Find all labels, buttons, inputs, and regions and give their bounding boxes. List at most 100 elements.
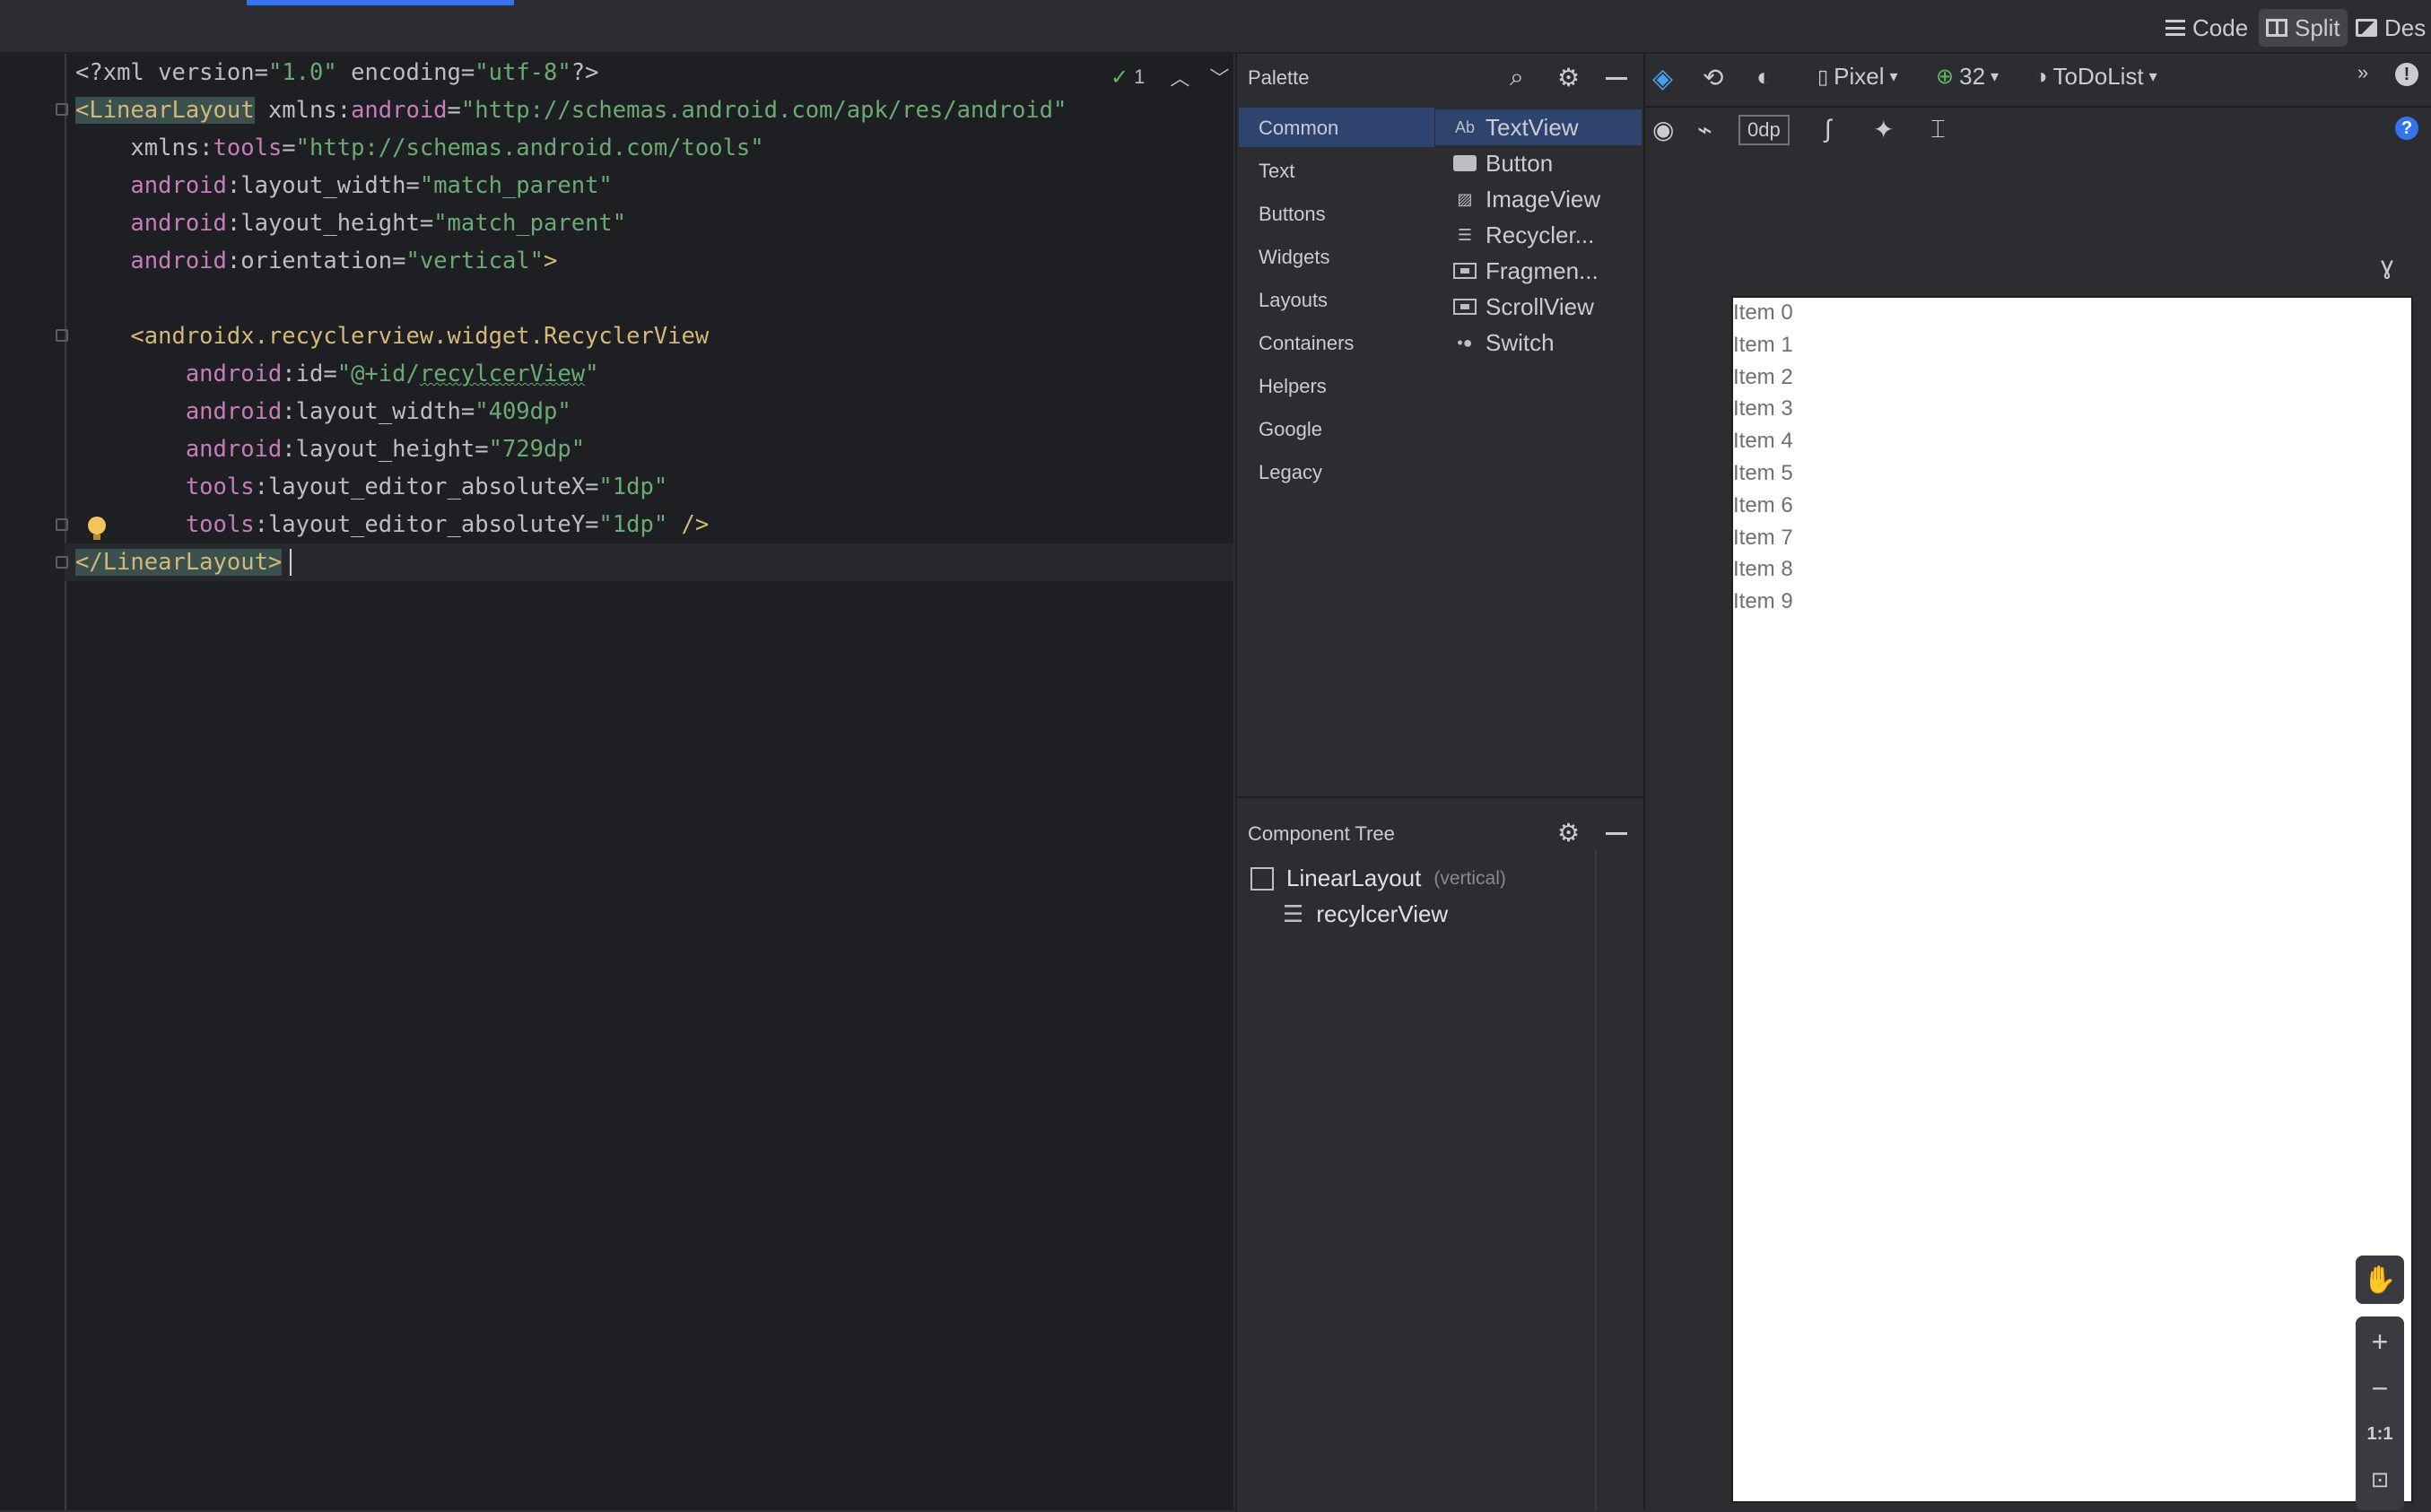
zoom-to-fit-icon[interactable]: ⊡ [2356,1467,2404,1493]
wrench-icon[interactable]: ɣ [2381,251,2393,280]
recyclerview-icon: ☰ [1457,225,1473,244]
device-selector[interactable]: ▯ Pixel ▾ [1817,63,1898,91]
palette-item[interactable]: ScrollView [1453,291,1594,323]
infer-constraints-icon[interactable]: ✦ [1873,115,1894,144]
default-margin-selector[interactable]: 0dp [1738,115,1790,145]
tree-node-label: recylcerView [1316,900,1449,927]
code-token: = [460,59,475,86]
night-mode-icon[interactable]: ◐ [1756,63,1772,91]
palette-category-google[interactable]: Google [1259,418,1322,441]
tree-node-linearlayout[interactable]: LinearLayout (vertical) [1250,865,1506,892]
design-view-button[interactable]: Des [2348,9,2431,47]
palette-item[interactable]: Button [1453,147,1553,179]
code-line[interactable]: <androidx.recyclerview.widget.RecyclerVi… [75,317,709,355]
palette-item[interactable]: ☰ Recycler... [1453,219,1594,251]
overflow-icon[interactable]: » [2357,61,2368,84]
palette-category-helpers[interactable]: Helpers [1259,375,1327,398]
palette-category-widgets[interactable]: Widgets [1259,246,1329,269]
zoom-in-button[interactable]: + [2356,1325,2404,1359]
code-line[interactable]: </LinearLayout> [75,543,283,581]
next-problem-icon[interactable]: ﹀ [1209,63,1229,91]
code-line[interactable]: xmlns:tools="http://schemas.android.com/… [75,129,764,167]
gear-icon[interactable]: ⚙ [1557,63,1580,92]
api-level-selector[interactable]: ⊕ 32 ▾ [1936,63,1999,91]
code-token: encoding [336,59,461,86]
list-item: Item 4 [1733,429,1793,454]
code-token: = [323,361,337,387]
device-preview[interactable] [1731,296,2413,1503]
fragment-icon [1453,263,1477,279]
code-line[interactable]: tools:layout_editor_absoluteY="1dp" /> [75,506,709,543]
textview-icon: Ab [1454,117,1476,136]
lightbulb-icon[interactable] [88,517,106,540]
code-line[interactable]: android:layout_height="729dp" [75,430,585,468]
palette-category-legacy[interactable]: Legacy [1259,461,1322,484]
fold-marker[interactable] [56,556,68,569]
zoom-reset-button[interactable]: 1:1 [2356,1424,2404,1445]
palette-item[interactable]: Ab TextView [1453,111,1579,143]
orientation-icon[interactable]: ⟲ [1703,63,1723,92]
code-line[interactable]: <?xml version="1.0" encoding="utf-8"?> [75,54,598,91]
fold-marker[interactable] [56,518,68,531]
inspection-widget[interactable]: ✓ 1 ︿ ﹀ [1111,63,1229,91]
search-icon[interactable]: ⌕ [1510,63,1524,92]
button-icon [1453,155,1477,171]
pan-icon[interactable]: ✋ [2356,1256,2404,1304]
code-token: :layout_height [226,210,420,237]
code-token: <? [75,59,103,86]
code-token: = [392,248,406,274]
tree-node-recyclerview[interactable]: ☰ recylcerView [1283,900,1448,928]
minimize-icon[interactable] [1606,832,1627,835]
guidelines-icon[interactable]: ⌶ [1930,115,1946,144]
layers-icon[interactable]: ◈ [1652,63,1673,94]
code-line[interactable]: android:layout_width="409dp" [75,393,571,430]
code-line[interactable]: android:id="@+id/recylcerView" [75,355,599,393]
palette-category-buttons[interactable]: Buttons [1259,203,1326,226]
code-token: :orientation [226,248,393,274]
design-view-label: Des [2384,13,2427,41]
design-view-icon [2356,19,2377,37]
palette-category-text[interactable]: Text [1259,160,1294,183]
palette-item[interactable]: •● Switch [1453,326,1554,359]
view-options-icon[interactable]: ◉ [1652,115,1674,144]
tree-node-label: LinearLayout [1286,865,1422,891]
code-token: "http://schemas.android.com/tools" [295,135,764,161]
palette-item-label: Recycler... [1486,221,1595,248]
code-token: = [282,135,296,161]
zoom-out-button[interactable]: − [2356,1372,2404,1405]
list-item: Item 2 [1733,364,1793,389]
palette-item-label: ImageView [1486,185,1601,213]
tree-node-hint: (vertical) [1433,867,1506,889]
clear-constraints-icon[interactable]: ∫ [1825,115,1832,143]
code-token: android [75,210,227,237]
theme-selector[interactable]: ◑ ToDoList ▾ [2035,63,2157,91]
palette-category-common[interactable]: Common [1259,117,1338,140]
margin-label: 0dp [1747,118,1781,141]
code-line[interactable]: android:orientation="vertical"> [75,242,557,280]
code-line[interactable]: tools:layout_editor_absoluteX="1dp" [75,468,667,506]
scrollview-icon [1453,299,1477,315]
code-view-button[interactable]: Code [2158,9,2255,47]
autoconnect-icon[interactable]: ⌁ [1697,115,1712,144]
code-line[interactable]: android:layout_width="match_parent" [75,167,612,204]
palette-item[interactable]: Fragmen... [1453,255,1599,287]
help-icon[interactable]: ? [2395,117,2418,140]
fold-marker[interactable] [56,103,68,116]
palette-item-label: ScrollView [1486,292,1594,320]
fold-marker[interactable] [56,329,68,342]
previous-problem-icon[interactable]: ︿ [1170,63,1189,91]
info-icon[interactable]: ! [2395,63,2418,86]
code-token: :layout_width [282,398,461,425]
theme-label: ToDoList [2052,63,2144,90]
code-line[interactable]: android:layout_height="match_parent" [75,204,626,242]
code-token: "729dp" [488,436,586,463]
editor-gutter [0,54,66,1510]
palette-category-containers[interactable]: Containers [1259,332,1354,355]
code-token: "utf-8" [475,59,571,86]
palette-item[interactable]: ▨ ImageView [1453,183,1600,215]
minimize-icon[interactable] [1606,77,1627,80]
split-view-button[interactable]: Split [2259,9,2348,47]
gear-icon[interactable]: ⚙ [1557,818,1580,847]
code-line[interactable]: <LinearLayout xmlns:android="http://sche… [75,91,1067,129]
palette-category-layouts[interactable]: Layouts [1259,289,1328,312]
